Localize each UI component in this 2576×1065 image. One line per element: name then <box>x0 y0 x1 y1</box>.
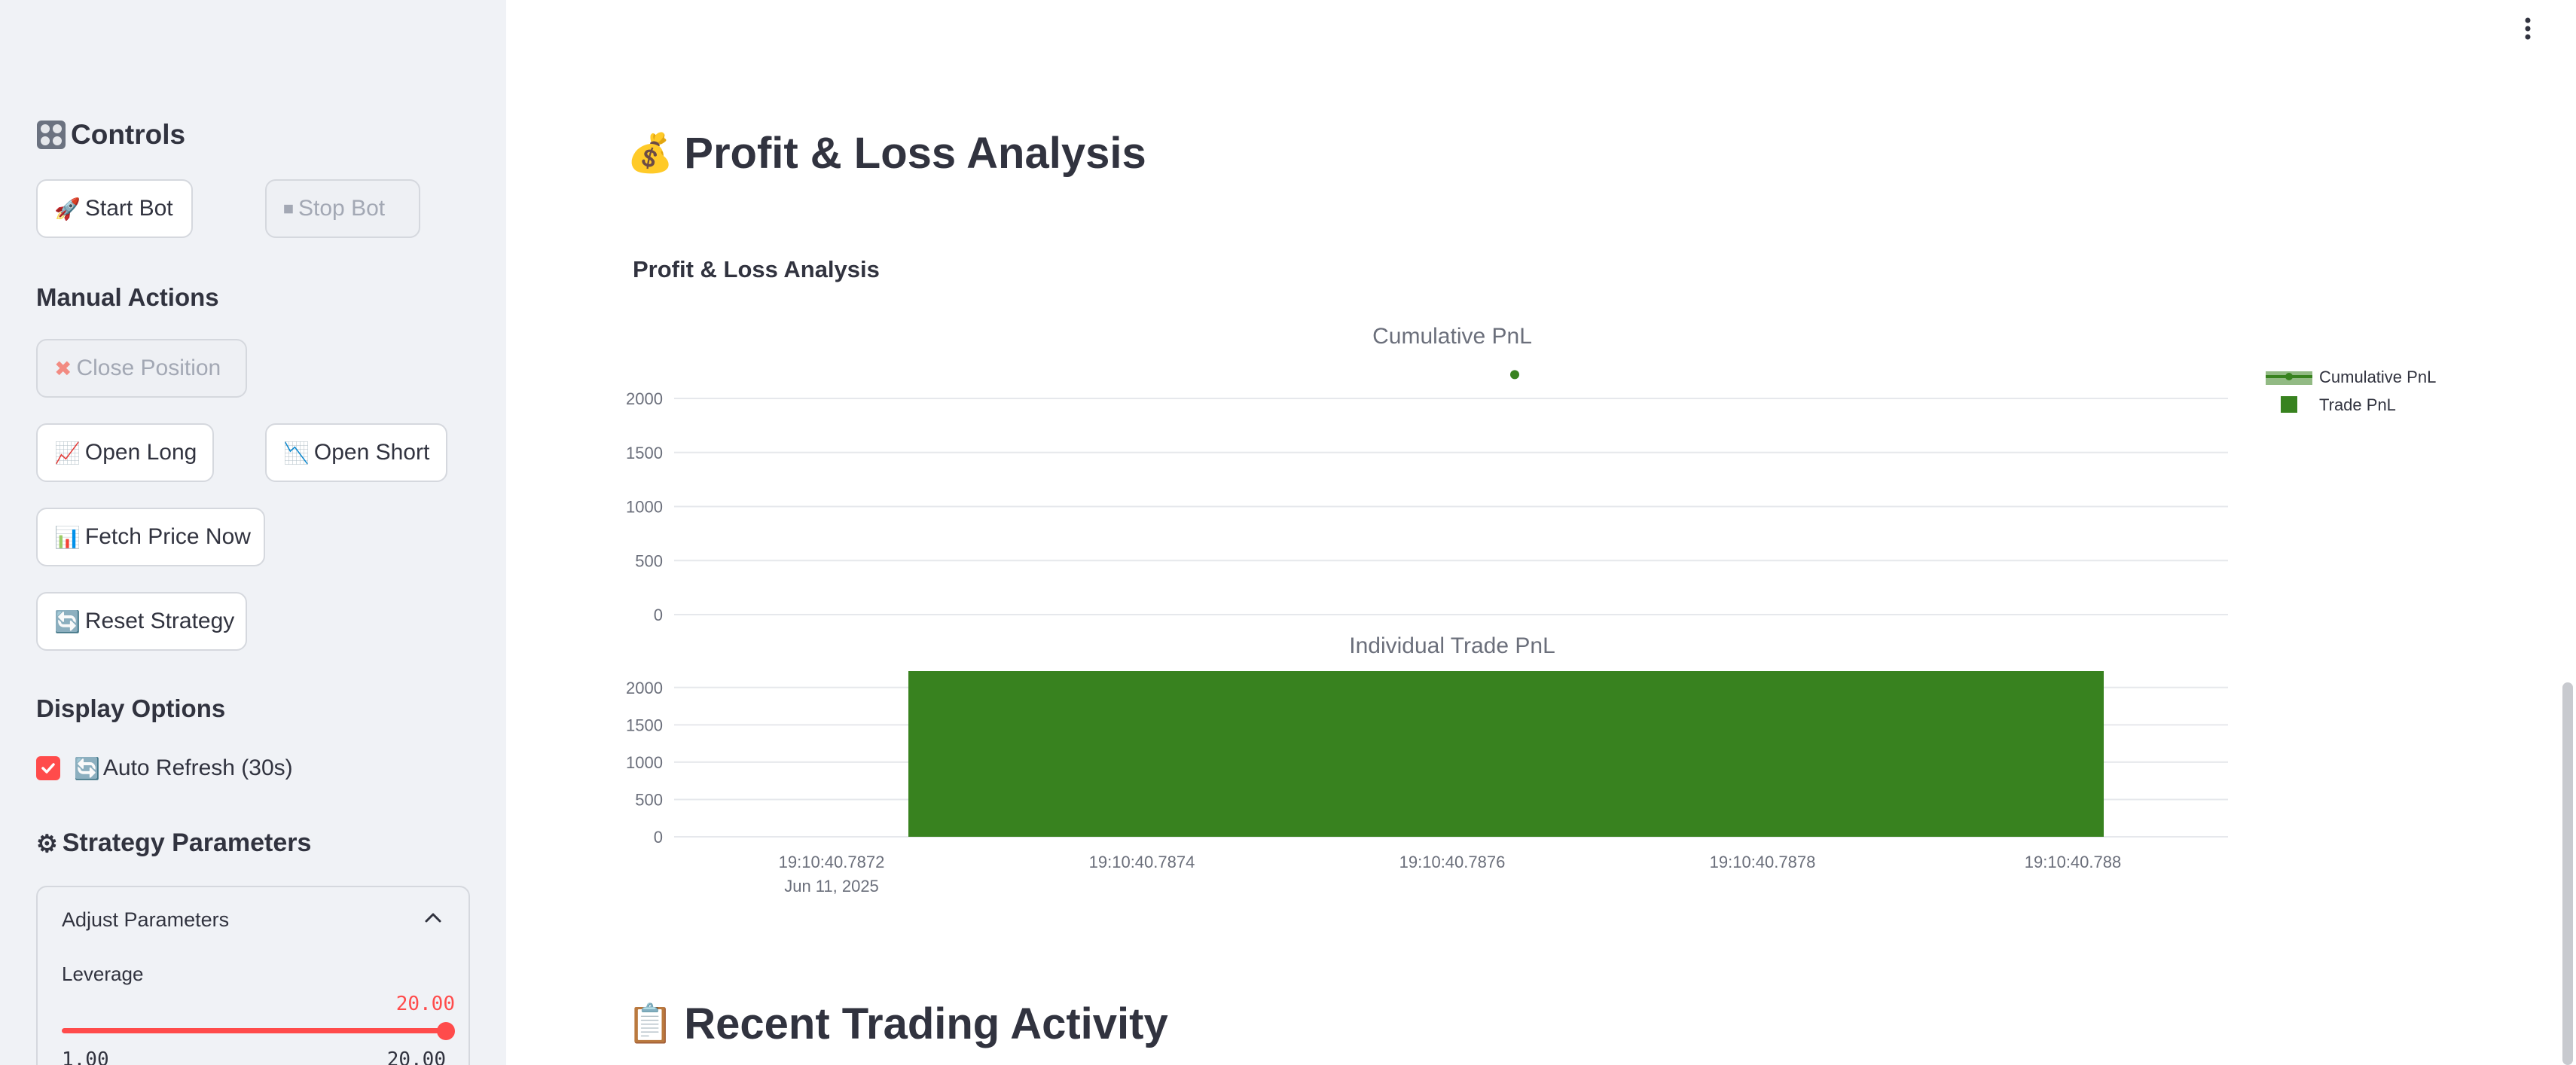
sidebar: Controls 🚀 Start Bot ⏹ Stop Bot Manual A… <box>0 0 506 1065</box>
leverage-slider-thumb[interactable] <box>437 1022 455 1040</box>
display-options-heading: Display Options <box>36 694 226 722</box>
open-long-label: Open Long <box>84 440 197 465</box>
leverage-value: 20.00 <box>395 993 455 1015</box>
auto-refresh-checkbox[interactable] <box>36 756 60 780</box>
cross-mark-icon: ✖ <box>54 356 72 380</box>
chevron-up-icon[interactable] <box>423 910 443 925</box>
top-y-tick-label: 1000 <box>626 498 663 517</box>
chart-increasing-icon: 📈 <box>54 441 81 465</box>
stop-square-icon: ⏹ <box>283 196 295 220</box>
controls-heading: Controls <box>36 119 185 151</box>
manual-actions-heading: Manual Actions <box>36 283 219 311</box>
recent-activity-label: Recent Trading Activity <box>684 999 1168 1048</box>
x-tick-label: 19:10:40.7878 <box>1710 853 1816 871</box>
main-scrollbar[interactable] <box>2556 0 2576 1065</box>
main-menu-icon[interactable] <box>2523 17 2532 41</box>
recent-activity-heading: 📋 Recent Trading Activity <box>627 999 1168 1049</box>
bottom-y-tick-label: 0 <box>654 828 663 847</box>
adjust-parameters-expander: Adjust Parameters Leverage 20.00 1.00 20… <box>36 886 470 1065</box>
leverage-max: 20.00 <box>386 1048 446 1065</box>
money-bag-icon: 💰 <box>627 132 674 174</box>
top-y-tick-label: 1500 <box>626 444 663 462</box>
clipboard-icon: 📋 <box>627 1002 674 1045</box>
legend-marker-cumulative <box>2285 373 2293 380</box>
checkmark-icon <box>41 763 55 774</box>
legend-item-cumulative[interactable]: Cumulative PnL <box>2266 368 2436 386</box>
x-tick-label: 19:10:40.7874 <box>1089 853 1195 871</box>
legend-label-trade: Trade PnL <box>2319 395 2396 414</box>
strategy-parameters-label: Strategy Parameters <box>62 829 312 857</box>
leverage-min: 1.00 <box>62 1048 109 1065</box>
pnl-heading: 💰 Profit & Loss Analysis <box>627 128 1146 179</box>
chart-heading: Profit & Loss Analysis <box>633 256 880 282</box>
refresh-icon: 🔄 <box>54 609 81 633</box>
stop-bot-label: Stop Bot <box>298 196 386 221</box>
strategy-parameters-heading: ⚙ Strategy Parameters <box>36 829 311 858</box>
leverage-slider-track[interactable] <box>62 1028 446 1033</box>
x-tick-label: 19:10:40.7876 <box>1399 853 1506 871</box>
bottom-y-tick-label: 1000 <box>626 753 663 772</box>
bottom-y-tick-label: 1500 <box>626 716 663 734</box>
legend-swatch-trade <box>2281 396 2297 413</box>
stop-bot-button[interactable]: ⏹ Stop Bot <box>265 179 420 238</box>
x-tick-label: 19:10:40.7872 <box>779 853 885 871</box>
chart-decreasing-icon: 📉 <box>283 441 310 465</box>
fetch-price-label: Fetch Price Now <box>84 524 251 549</box>
legend-item-trade[interactable]: Trade PnL <box>2281 395 2396 414</box>
bottom-y-tick-label: 500 <box>635 790 663 809</box>
leverage-label: Leverage <box>62 963 144 985</box>
reset-strategy-label: Reset Strategy <box>84 609 235 633</box>
control-knobs-icon <box>37 121 66 149</box>
start-bot-label: Start Bot <box>84 196 173 221</box>
fetch-price-button[interactable]: 📊 Fetch Price Now <box>36 508 265 566</box>
top-y-tick-label: 0 <box>654 606 663 624</box>
trade-pnl-bar[interactable] <box>908 671 2104 837</box>
open-short-button[interactable]: 📉 Open Short <box>265 423 447 482</box>
expander-title[interactable]: Adjust Parameters <box>62 908 229 932</box>
bottom-y-tick-label: 2000 <box>626 679 663 697</box>
legend-label-cumulative: Cumulative PnL <box>2319 368 2436 386</box>
bar-chart-icon: 📊 <box>54 525 81 549</box>
top-y-tick-label: 500 <box>635 551 663 570</box>
chart-legend[interactable]: Cumulative PnL Trade PnL <box>2266 368 2436 414</box>
scrollbar-thumb[interactable] <box>2562 682 2573 1065</box>
cumulative-pnl-point[interactable] <box>1510 370 1519 380</box>
cumulative-pnl-title: Cumulative PnL <box>1372 324 1532 349</box>
x-date-label: Jun 11, 2025 <box>784 877 879 896</box>
auto-refresh-option[interactable]: 🔄 Auto Refresh (30s) <box>36 753 293 783</box>
close-position-label: Close Position <box>76 356 221 380</box>
gear-icon: ⚙ <box>36 829 58 857</box>
x-tick-label: 19:10:40.788 <box>2025 853 2121 871</box>
reset-strategy-button[interactable]: 🔄 Reset Strategy <box>36 592 247 651</box>
open-short-label: Open Short <box>313 440 430 465</box>
open-long-button[interactable]: 📈 Open Long <box>36 423 214 482</box>
auto-refresh-label: Auto Refresh (30s) <box>102 755 293 780</box>
legend-swatch-cumulative <box>2266 371 2312 385</box>
pnl-heading-label: Profit & Loss Analysis <box>684 129 1146 178</box>
top-y-tick-label: 2000 <box>626 389 663 408</box>
close-position-button[interactable]: ✖ Close Position <box>36 339 247 398</box>
trade-pnl-title: Individual Trade PnL <box>1349 633 1555 658</box>
controls-heading-label: Controls <box>71 119 186 150</box>
start-bot-button[interactable]: 🚀 Start Bot <box>36 179 193 238</box>
refresh-icon: 🔄 <box>74 756 100 780</box>
rocket-icon: 🚀 <box>54 197 81 221</box>
